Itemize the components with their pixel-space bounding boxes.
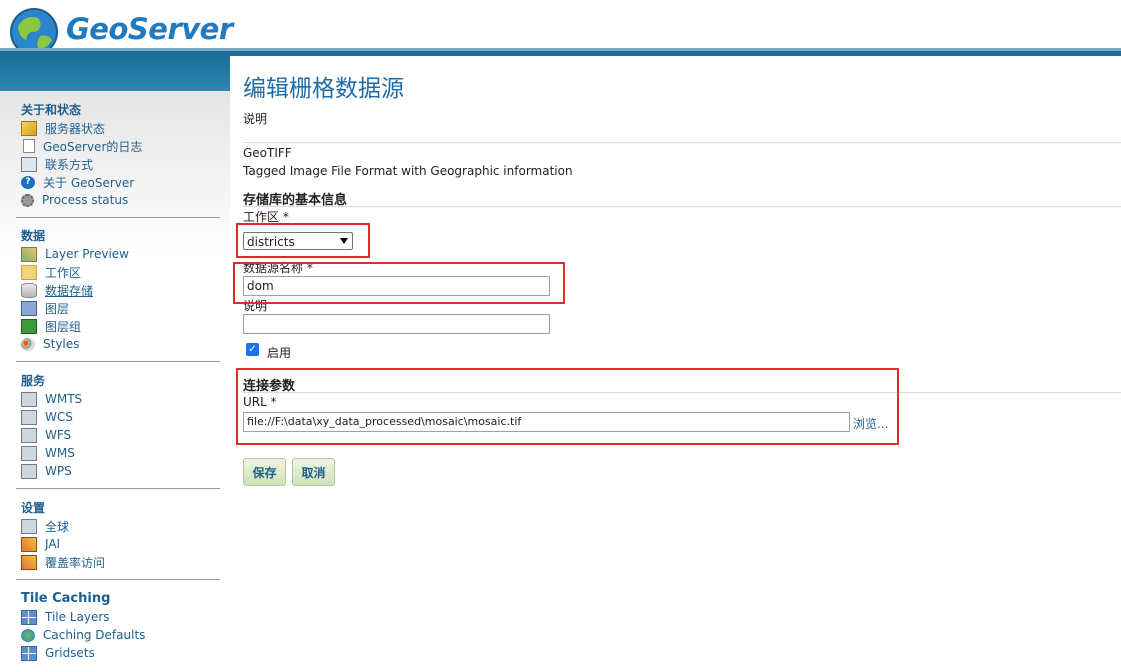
- format-name: GeoTIFF: [243, 146, 292, 160]
- sidebar-item-wmts[interactable]: WMTS: [21, 390, 220, 408]
- gear-icon: [21, 193, 34, 207]
- sidebar-item-process-status[interactable]: Process status: [21, 191, 220, 209]
- page-title: 编辑栅格数据源: [243, 76, 404, 102]
- map-icon: [21, 246, 37, 262]
- sidebar-item-caching-defaults[interactable]: Caching Defaults: [21, 626, 220, 644]
- service-icon: [21, 391, 37, 407]
- sidebar-item-about[interactable]: ? 关于 GeoServer: [21, 173, 220, 191]
- divider: [16, 579, 220, 580]
- sidebar-section-data: 数据 Layer Preview 工作区 数据存储 图层 图层组 Styles: [16, 227, 220, 362]
- service-icon: [21, 445, 37, 461]
- enabled-checkbox[interactable]: ✓: [246, 343, 259, 356]
- sidebar-item-wps[interactable]: WPS: [21, 462, 220, 480]
- divider: [243, 206, 1121, 207]
- divider: [16, 217, 220, 218]
- sidebar-item-tile-layers[interactable]: Tile Layers: [21, 608, 220, 626]
- divider: [16, 488, 220, 489]
- divider: [243, 142, 1121, 143]
- sidebar-item-wcs[interactable]: WCS: [21, 408, 220, 426]
- save-button[interactable]: 保存: [243, 458, 286, 486]
- sidebar-item-server-status[interactable]: 服务器状态: [21, 119, 220, 137]
- sidebar-section-about: 关于和状态 服务器状态 GeoServer的日志 联系方式 ? 关于 GeoSer…: [16, 101, 220, 218]
- info-icon: ?: [21, 175, 35, 189]
- sidebar-item-wms[interactable]: WMS: [21, 444, 220, 462]
- cancel-button[interactable]: 取消: [292, 458, 335, 486]
- header: GeoServer: [0, 0, 1121, 56]
- logo-text: GeoServer: [66, 12, 233, 46]
- service-icon: [21, 463, 37, 479]
- page-subtitle: 说明: [243, 112, 268, 126]
- section-title: 服务: [21, 374, 46, 388]
- service-icon: [21, 427, 37, 443]
- status-icon: [21, 120, 37, 136]
- contact-icon: [21, 156, 37, 172]
- sidebar-section-tile-caching: Tile Caching Tile Layers Caching Default…: [16, 590, 220, 662]
- sidebar-item-layer-preview[interactable]: Layer Preview: [21, 245, 220, 263]
- layer-icon: [21, 300, 37, 316]
- sidebar-item-wfs[interactable]: WFS: [21, 426, 220, 444]
- sidebar-item-layers[interactable]: 图层: [21, 299, 220, 317]
- section-title: Tile Caching: [21, 591, 111, 606]
- sidebar-item-layer-groups[interactable]: 图层组: [21, 317, 220, 335]
- description-input[interactable]: [243, 314, 550, 334]
- format-description: Tagged Image File Format with Geographic…: [243, 164, 573, 178]
- main-content: 编辑栅格数据源 说明 GeoTIFF Tagged Image File For…: [230, 56, 1121, 672]
- sidebar-item-stores[interactable]: 数据存储: [21, 281, 220, 299]
- grid-icon: [21, 645, 37, 661]
- sidebar-item-contact[interactable]: 联系方式: [21, 155, 220, 173]
- style-icon: [21, 337, 35, 351]
- sidebar-item-global[interactable]: 全球: [21, 517, 220, 535]
- section-title: 数据: [21, 229, 46, 243]
- sidebar-item-styles[interactable]: Styles: [21, 335, 220, 353]
- grid-icon: [21, 609, 37, 625]
- layer-group-icon: [21, 318, 37, 334]
- highlight-box-connection: [236, 368, 899, 445]
- globe-icon: [21, 628, 35, 642]
- sidebar-section-settings: 设置 全球 JAI 覆盖率访问: [16, 499, 220, 580]
- divider: [16, 361, 220, 362]
- section-title: 关于和状态: [21, 103, 82, 117]
- sidebar-item-gridsets[interactable]: Gridsets: [21, 644, 220, 662]
- highlight-box-workspace: [236, 223, 370, 258]
- log-icon: [23, 139, 35, 153]
- database-icon: [21, 282, 37, 298]
- sidebar-item-workspaces[interactable]: 工作区: [21, 263, 220, 281]
- section-title: 设置: [21, 501, 46, 515]
- sidebar-item-jai[interactable]: JAI: [21, 535, 220, 553]
- enabled-label: 启用: [267, 346, 292, 360]
- sidebar-item-coverage-access[interactable]: 覆盖率访问: [21, 553, 220, 571]
- sidebar-item-logs[interactable]: GeoServer的日志: [21, 137, 220, 155]
- global-icon: [21, 518, 37, 534]
- service-icon: [21, 409, 37, 425]
- coverage-icon: [21, 554, 37, 570]
- jai-icon: [21, 536, 37, 552]
- highlight-box-store-name: [233, 262, 565, 304]
- folder-icon: [21, 264, 37, 280]
- sidebar-section-services: 服务 WMTS WCS WFS WMS WPS: [16, 372, 220, 489]
